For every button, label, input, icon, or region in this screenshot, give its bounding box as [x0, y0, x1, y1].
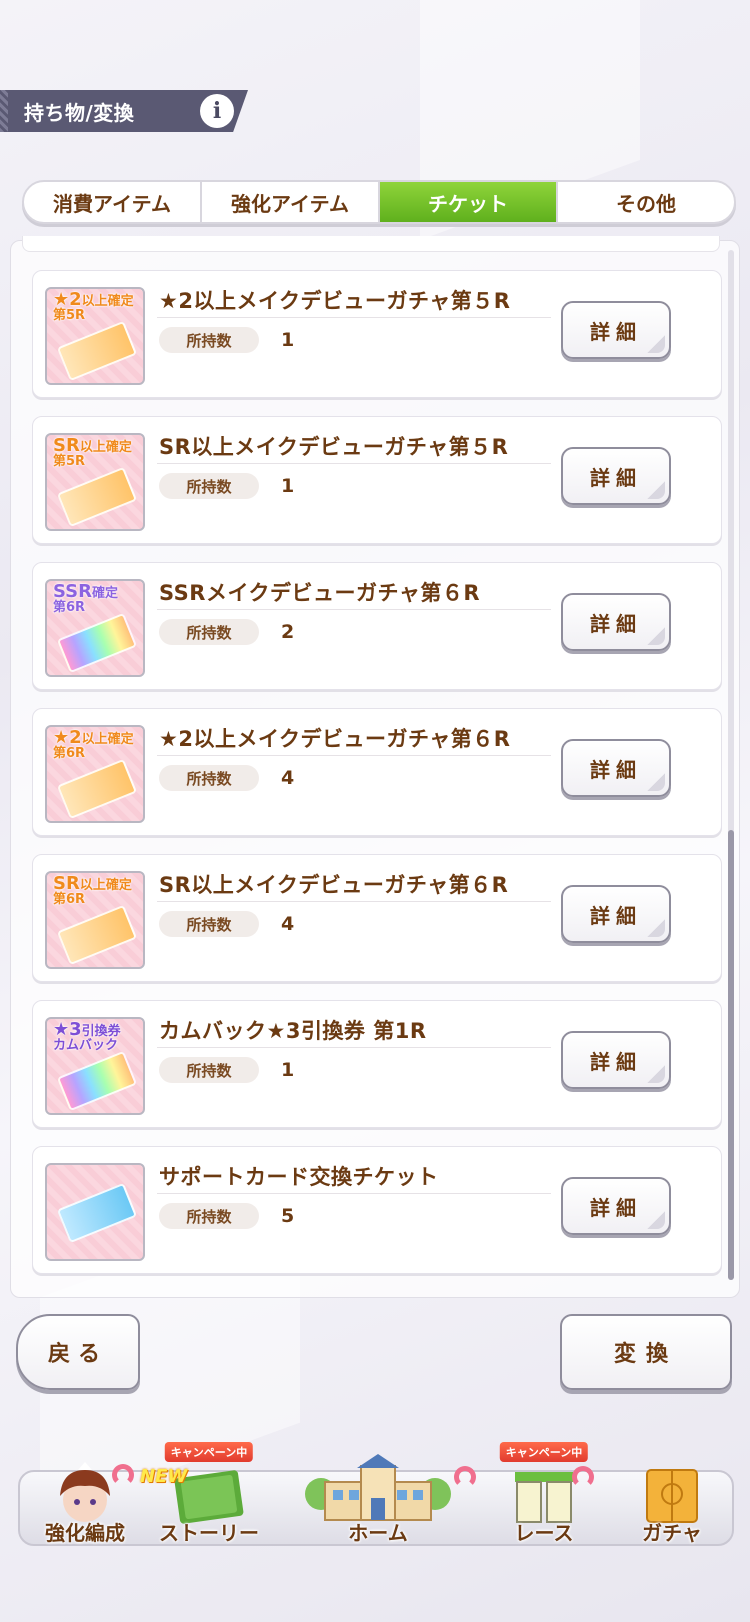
ticket-icon: [56, 1182, 138, 1244]
divider: [157, 463, 551, 464]
ticket-icon: [56, 320, 138, 382]
quantity-value: 5: [281, 1205, 295, 1227]
divider: [157, 1047, 551, 1048]
race-gate-icon: [515, 1472, 573, 1523]
nav-label: ストーリー: [159, 1521, 259, 1545]
divider: [157, 609, 551, 610]
detail-button[interactable]: 詳細: [561, 1031, 671, 1089]
divider: [157, 317, 551, 318]
ticket-thumbnail: ★2以上確定 第6R: [45, 725, 145, 823]
screen-title-tag: 持ち物/変換 i: [0, 90, 248, 132]
quantity-label: 所持数: [159, 473, 259, 499]
horseshoe-icon: [572, 1466, 594, 1488]
scrollbar-thumb[interactable]: [728, 830, 734, 1280]
tab-consumables[interactable]: 消費アイテム: [24, 182, 202, 222]
item-name: SR以上メイクデビューガチャ第５R: [159, 435, 509, 459]
ticket-thumbnail: SSR確定 第6R: [45, 579, 145, 677]
divider: [157, 1193, 551, 1194]
nav-label: レース: [514, 1521, 574, 1545]
nav-label: 強化編成: [45, 1521, 125, 1545]
back-button[interactable]: 戻る: [16, 1314, 140, 1390]
quantity-label: 所持数: [159, 327, 259, 353]
thumbnail-label: ★2以上確定 第6R: [53, 727, 134, 761]
horseshoe-icon: [112, 1464, 134, 1486]
item-name: ★2以上メイクデビューガチャ第６R: [159, 727, 511, 751]
quantity-value: 2: [281, 621, 295, 643]
divider: [157, 901, 551, 902]
ticket-thumbnail: SR以上確定 第5R: [45, 433, 145, 531]
character-avatar-icon: [60, 1462, 110, 1522]
quantity-label: 所持数: [159, 619, 259, 645]
list-item: SSR確定 第6R SSRメイクデビューガチャ第６R 所持数 2 詳細: [32, 562, 722, 690]
ticket-thumbnail: [45, 1163, 145, 1261]
ticket-icon: [56, 612, 138, 674]
page-title: 持ち物/変換: [24, 100, 135, 125]
quantity-label: 所持数: [159, 911, 259, 937]
item-name: SR以上メイクデビューガチャ第６R: [159, 873, 509, 897]
list-item: ★3引換券 カムバック カムバック★3引換券 第1R 所持数 1 詳細: [32, 1000, 722, 1128]
new-badge: NEW: [140, 1466, 188, 1487]
detail-button[interactable]: 詳細: [561, 1177, 671, 1235]
thumbnail-label: ★3引換券 カムバック: [53, 1019, 121, 1053]
detail-button[interactable]: 詳細: [561, 447, 671, 505]
list-item: サポートカード交換チケット 所持数 5 詳細: [32, 1146, 722, 1274]
tab-enhancement[interactable]: 強化アイテム: [202, 182, 380, 222]
quantity-value: 4: [281, 913, 295, 935]
quantity-label: 所持数: [159, 1057, 259, 1083]
item-name: ★2以上メイクデビューガチャ第５R: [159, 289, 511, 313]
quantity-value: 1: [281, 329, 295, 351]
detail-button[interactable]: 詳細: [561, 739, 671, 797]
nav-label: ホーム: [348, 1521, 408, 1545]
ticket-icon: [56, 466, 138, 528]
list-item: SR以上確定 第5R SR以上メイクデビューガチャ第５R 所持数 1 詳細: [32, 416, 722, 544]
quantity-value: 1: [281, 1059, 295, 1081]
school-building-icon: [305, 1454, 451, 1521]
campaign-badge: キャンペーン中: [164, 1442, 254, 1462]
quantity-label: 所持数: [159, 765, 259, 791]
nav-item-enhance[interactable]: 強化編成: [20, 1462, 150, 1548]
category-tabs: 消費アイテム 強化アイテム チケット その他: [22, 180, 736, 224]
thumbnail-label: ★2以上確定 第5R: [53, 289, 134, 323]
divider: [157, 755, 551, 756]
horseshoe-icon: [454, 1466, 476, 1488]
list-item-partial: [22, 236, 720, 252]
item-name: サポートカード交換チケット: [159, 1165, 439, 1189]
nav-item-home[interactable]: ホーム: [278, 1454, 478, 1548]
thumbnail-label: SR以上確定 第5R: [53, 435, 132, 469]
ticket-icon: [56, 758, 138, 820]
quantity-value: 1: [281, 475, 295, 497]
ticket-thumbnail: ★3引換券 カムバック: [45, 1017, 145, 1115]
detail-button[interactable]: 詳細: [561, 593, 671, 651]
detail-button[interactable]: 詳細: [561, 301, 671, 359]
nav-item-gacha[interactable]: ガチャ: [610, 1469, 734, 1548]
quantity-value: 4: [281, 767, 295, 789]
thumbnail-label: SSR確定 第6R: [53, 581, 118, 615]
ticket-thumbnail: ★2以上確定 第5R: [45, 287, 145, 385]
scrollbar[interactable]: [728, 250, 734, 1280]
info-icon[interactable]: i: [200, 94, 234, 128]
ticket-thumbnail: SR以上確定 第6R: [45, 871, 145, 969]
gacha-gate-icon: [646, 1469, 698, 1523]
nav-label: ガチャ: [642, 1521, 702, 1545]
quantity-label: 所持数: [159, 1203, 259, 1229]
nav-item-race[interactable]: キャンペーン中 レース: [482, 1442, 606, 1548]
list-item: ★2以上確定 第6R ★2以上メイクデビューガチャ第６R 所持数 4 詳細: [32, 708, 722, 836]
list-item: SR以上確定 第6R SR以上メイクデビューガチャ第６R 所持数 4 詳細: [32, 854, 722, 982]
bottom-nav: 強化編成 キャンペーン中 NEW ストーリー ホーム キャンペーン中 レース ガ…: [18, 1442, 734, 1548]
detail-button[interactable]: 詳細: [561, 885, 671, 943]
item-name: SSRメイクデビューガチャ第６R: [159, 581, 481, 605]
thumbnail-label: SR以上確定 第6R: [53, 873, 132, 907]
campaign-badge: キャンペーン中: [499, 1442, 589, 1462]
nav-item-story[interactable]: キャンペーン中 NEW ストーリー: [140, 1442, 274, 1548]
tab-other[interactable]: その他: [558, 182, 734, 222]
ticket-icon: [56, 904, 138, 966]
convert-button[interactable]: 変換: [560, 1314, 732, 1390]
item-name: カムバック★3引換券 第1R: [159, 1019, 427, 1043]
ticket-icon: [56, 1050, 138, 1112]
tab-tickets[interactable]: チケット: [380, 182, 558, 222]
list-item: ★2以上確定 第5R ★2以上メイクデビューガチャ第５R 所持数 1 詳細: [32, 270, 722, 398]
